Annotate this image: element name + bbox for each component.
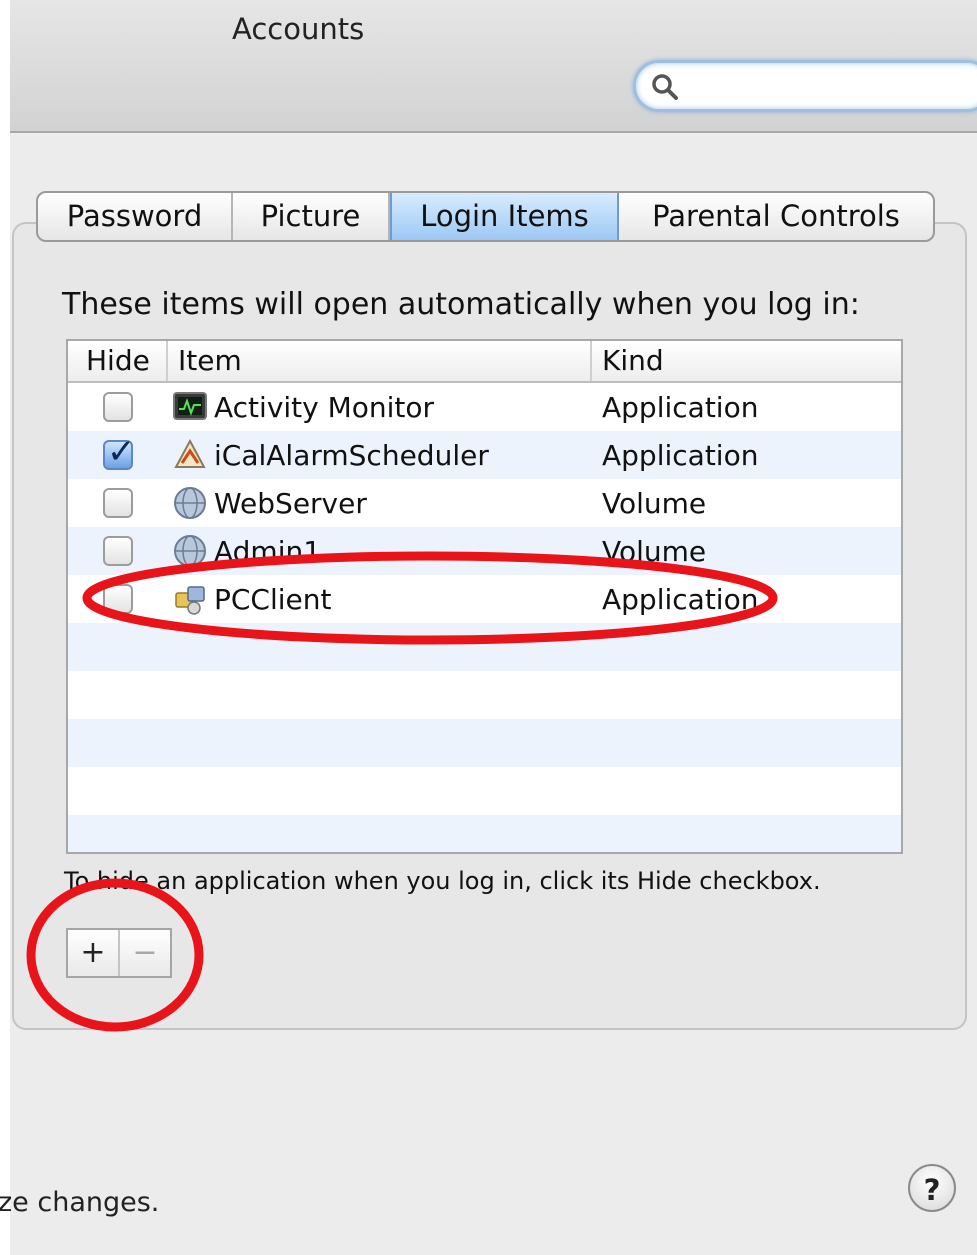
hide-checkbox[interactable] <box>103 392 133 422</box>
tab-password[interactable]: Password <box>38 193 233 240</box>
search-field[interactable] <box>633 60 977 112</box>
tab-login-items[interactable]: Login Items <box>390 193 619 240</box>
tab-parental-controls[interactable]: Parental Controls <box>619 193 933 240</box>
item-kind: Volume <box>602 534 707 568</box>
pcclient-icon <box>175 586 205 615</box>
hide-hint: To hide an application when you log in, … <box>64 867 821 895</box>
item-kind: Application <box>602 582 759 616</box>
hide-checkbox[interactable] <box>103 536 133 566</box>
footer-text: ze changes. <box>0 1187 160 1218</box>
activity-monitor-icon <box>173 392 207 420</box>
empty-row <box>68 719 901 767</box>
tab-picture[interactable]: Picture <box>233 193 390 240</box>
item-name: iCalAlarmScheduler <box>214 438 489 472</box>
login-items-table: Hide Item Kind Activity Monitor Applicat… <box>66 339 903 854</box>
item-name: Admin1 <box>214 534 322 568</box>
item-name: PCClient <box>214 582 332 616</box>
network-volume-icon <box>174 487 206 519</box>
item-name: WebServer <box>214 486 367 520</box>
item-name: Activity Monitor <box>214 390 435 424</box>
table-body: Activity Monitor Application ✓ iCalAlarm… <box>68 383 901 852</box>
tab-bar: Password Picture Login Items Parental Co… <box>36 191 935 242</box>
table-row[interactable]: Activity Monitor Application <box>68 383 901 431</box>
table-header: Hide Item Kind <box>68 341 901 383</box>
hide-checkbox[interactable] <box>103 488 133 518</box>
login-items-instructions: These items will open automatically when… <box>62 287 860 322</box>
item-kind: Volume <box>602 486 707 520</box>
table-row[interactable]: PCClient Application <box>68 575 901 623</box>
add-login-item-button[interactable]: + <box>68 930 120 976</box>
accounts-window: Accounts Password Picture Login Items Pa… <box>10 0 977 1255</box>
ical-alarm-scheduler-icon <box>174 438 206 468</box>
item-kind: Application <box>602 390 759 424</box>
table-row[interactable]: WebServer Volume <box>68 479 901 527</box>
column-header-item[interactable]: Item <box>168 341 592 381</box>
hide-checkbox[interactable] <box>103 584 133 614</box>
network-volume-icon <box>174 535 206 567</box>
hide-checkbox[interactable]: ✓ <box>103 432 136 472</box>
help-button[interactable]: ? <box>908 1164 956 1212</box>
add-remove-control: + − <box>66 928 172 978</box>
empty-row <box>68 767 901 815</box>
table-row[interactable]: Admin1 Volume <box>68 527 901 575</box>
table-row[interactable]: ✓ iCalAlarmScheduler Application <box>68 431 901 479</box>
search-icon <box>652 74 678 100</box>
column-header-hide[interactable]: Hide <box>68 341 168 381</box>
toolbar: Accounts <box>10 0 977 133</box>
empty-row <box>68 815 901 852</box>
item-kind: Application <box>602 438 759 472</box>
remove-login-item-button[interactable]: − <box>120 930 170 976</box>
column-header-kind[interactable]: Kind <box>592 341 901 381</box>
checkmark-icon: ✓ <box>107 432 136 472</box>
empty-row <box>68 623 901 671</box>
window-title: Accounts <box>232 12 365 46</box>
empty-row <box>68 671 901 719</box>
